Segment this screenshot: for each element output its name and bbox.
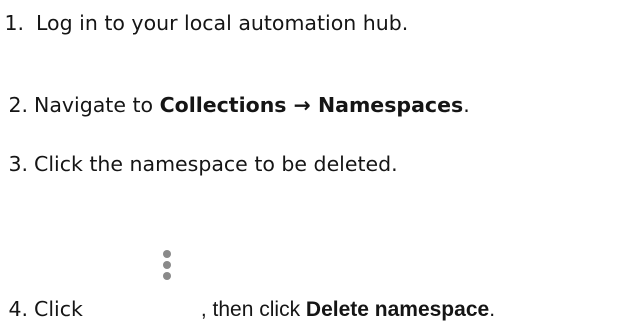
step-4: 4. Click , then click Delete namespace.	[0, 294, 495, 324]
kebab-dot	[163, 250, 171, 258]
kebab-dot	[163, 261, 171, 269]
step-3: 3. Click the namespace to be deleted.	[0, 149, 398, 179]
step-prefix: Navigate to	[34, 93, 160, 117]
step-number: 4.	[8, 297, 28, 321]
step-prefix: Click	[34, 297, 83, 321]
kebab-dot	[163, 272, 171, 280]
step-1: 1. Log in to your local automation hub.	[0, 8, 408, 38]
step-suffix: .	[489, 298, 496, 321]
step-number: 2.	[8, 93, 28, 117]
step-text: Log in to your local automation hub.	[36, 11, 409, 35]
step-text: Click the namespace to be deleted.	[34, 152, 398, 176]
step-suffix: .	[463, 93, 470, 117]
step-number: 1.	[4, 11, 24, 35]
menu-path: Collections → Namespaces	[159, 93, 464, 117]
step-2: 2. Navigate to Collections → Namespaces.	[0, 90, 470, 120]
delete-namespace-label: Delete namespace	[305, 298, 490, 321]
step-number: 3.	[8, 152, 28, 176]
kebab-menu-icon	[161, 248, 173, 290]
step-middle: , then click	[200, 298, 306, 321]
